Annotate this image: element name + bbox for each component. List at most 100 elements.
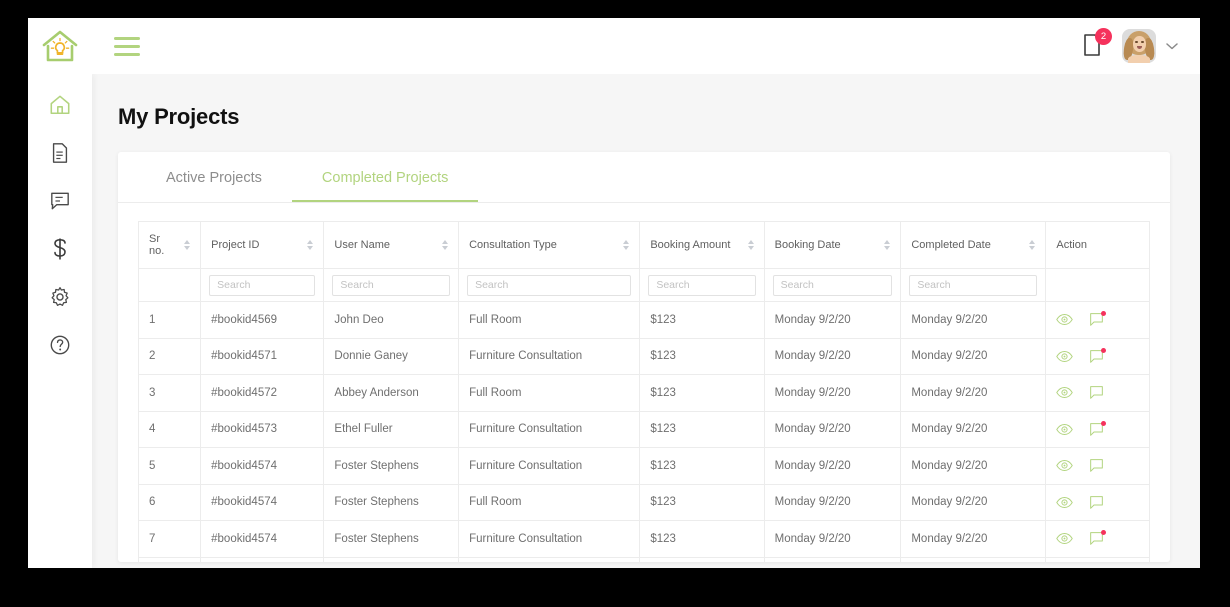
search-input-project-id[interactable] <box>209 274 316 296</box>
col-label: Action <box>1056 239 1087 251</box>
table-row[interactable]: 6 #bookid4574 Foster Stephens Full Room … <box>137 483 1150 521</box>
cell-sr-no: 3 <box>137 374 202 412</box>
cell-action <box>1045 301 1150 339</box>
sort-icon[interactable] <box>623 240 630 250</box>
message-button[interactable] <box>1089 311 1107 327</box>
view-button[interactable] <box>1056 459 1074 472</box>
sort-icon[interactable] <box>884 240 891 250</box>
cell-user-name: Foster Stephens <box>323 520 460 558</box>
table-row[interactable]: 4 #bookid4573 Ethel Fuller Furniture Con… <box>137 410 1150 448</box>
user-menu[interactable] <box>1122 29 1178 63</box>
cell-sr-no: 2 <box>137 337 202 375</box>
message-button[interactable] <box>1089 385 1104 400</box>
search-input-booking-date[interactable] <box>772 274 893 296</box>
search-input-completed-date[interactable] <box>909 274 1038 296</box>
cell-consultation-type: Full Room <box>458 301 641 339</box>
page-title: My Projects <box>118 104 240 129</box>
cell-project-id: #bookid4574 <box>200 483 325 521</box>
eye-icon <box>1056 496 1074 508</box>
view-button[interactable] <box>1056 496 1074 509</box>
sidebar-item-payments[interactable] <box>42 236 78 262</box>
main-content: My Projects Active Projects Completed Pr… <box>92 74 1200 568</box>
message-button[interactable] <box>1089 420 1107 437</box>
hamburger-line <box>114 44 140 48</box>
tab-completed-projects[interactable]: Completed Projects <box>291 152 479 202</box>
col-header-project-id[interactable]: Project ID <box>200 221 325 269</box>
hamburger-line <box>114 52 140 56</box>
cell-booking-amount: $123 <box>639 337 765 375</box>
table-row[interactable]: 5 #bookid4574 Foster Stephens Furniture … <box>137 447 1150 485</box>
cell-booking-amount: $123 <box>639 520 765 558</box>
cell-project-id: #bookid4569 <box>200 301 325 339</box>
tab-active-projects[interactable]: Active Projects <box>136 152 292 202</box>
view-button[interactable] <box>1056 386 1074 399</box>
cell-booking-amount: $123 <box>639 301 765 339</box>
view-button[interactable] <box>1056 532 1074 545</box>
message-button[interactable] <box>1089 530 1107 546</box>
cell-booking-date: Monday 9/2/20 <box>763 410 902 448</box>
table-row[interactable]: 3 #bookid4572 Abbey Anderson Full Room $… <box>137 374 1150 412</box>
table-row[interactable]: 8 #bookid4574 Foster Stephens Full Room … <box>137 556 1150 562</box>
table-header-row: Sr no. Project ID User Name Consultation… <box>137 221 1150 269</box>
app-body: My Projects Active Projects Completed Pr… <box>28 74 1200 568</box>
eye-icon <box>1056 533 1074 545</box>
projects-table-wrapper: Sr no. Project ID User Name Consultation… <box>118 203 1170 562</box>
dollar-icon <box>54 238 66 260</box>
table-row[interactable]: 1 #bookid4569 John Deo Full Room $123 Mo… <box>137 301 1150 339</box>
cell-completed-date: Monday 9/2/20 <box>900 520 1047 558</box>
search-input-consultation-type[interactable] <box>467 274 632 296</box>
hamburger-menu-button[interactable] <box>114 36 140 56</box>
col-header-completed-date[interactable]: Completed Date <box>900 221 1047 269</box>
sidebar-item-help[interactable] <box>42 332 78 358</box>
sidebar-item-settings[interactable] <box>42 284 78 310</box>
table-row[interactable]: 2 #bookid4571 Donnie Ganey Furniture Con… <box>137 337 1150 375</box>
message-button[interactable] <box>1089 458 1104 473</box>
house-lightbulb-logo <box>42 30 78 62</box>
sidebar-item-home[interactable] <box>42 92 78 118</box>
col-header-booking-date[interactable]: Booking Date <box>763 221 902 269</box>
gear-icon <box>51 287 69 306</box>
sort-icon[interactable] <box>1029 240 1036 250</box>
table-row[interactable]: 7 #bookid4574 Foster Stephens Furniture … <box>137 520 1150 558</box>
col-label: Consultation Type <box>469 239 557 251</box>
search-input-booking-amount[interactable] <box>648 274 756 296</box>
message-button[interactable] <box>1089 495 1104 510</box>
help-circle-icon <box>50 335 70 355</box>
col-header-sr-no[interactable]: Sr no. <box>137 221 202 269</box>
sort-icon[interactable] <box>184 240 191 250</box>
filter-cell-action <box>1045 268 1150 302</box>
cell-user-name: Ethel Fuller <box>323 410 460 448</box>
cell-completed-date: Monday 9/2/20 <box>900 337 1047 375</box>
search-input-user-name[interactable] <box>332 274 451 296</box>
cell-consultation-type: Furniture Consultation <box>458 410 641 448</box>
col-label: Project ID <box>211 239 260 251</box>
view-button[interactable] <box>1056 423 1074 436</box>
sort-icon[interactable] <box>442 240 449 250</box>
notifications-button[interactable]: 2 <box>1082 28 1112 59</box>
cell-consultation-type: Full Room <box>458 483 641 521</box>
cell-completed-date: Monday 9/2/20 <box>900 301 1047 339</box>
col-header-booking-amount[interactable]: Booking Amount <box>639 221 765 269</box>
cell-booking-date: Monday 9/2/20 <box>763 447 902 485</box>
app-logo[interactable] <box>28 29 92 63</box>
col-label: Booking Date <box>774 239 841 251</box>
view-button[interactable] <box>1056 350 1074 363</box>
col-header-consultation-type[interactable]: Consultation Type <box>458 221 641 269</box>
top-bar: 2 <box>28 18 1200 74</box>
cell-action <box>1045 410 1150 448</box>
sort-icon[interactable] <box>307 240 314 250</box>
view-button[interactable] <box>1056 313 1074 326</box>
sidebar-item-messages[interactable] <box>42 188 78 214</box>
notification-badge: 2 <box>1095 28 1112 45</box>
cell-completed-date: Monday 9/2/20 <box>900 374 1047 412</box>
col-header-user-name[interactable]: User Name <box>323 221 460 269</box>
sidebar-item-documents[interactable] <box>42 140 78 166</box>
message-button[interactable] <box>1089 347 1107 364</box>
cell-consultation-type: Furniture Consultation <box>458 520 641 558</box>
cell-booking-amount: $123 <box>639 556 765 562</box>
unread-dot <box>1101 530 1107 536</box>
cell-action <box>1045 520 1150 558</box>
projects-table: Sr no. Project ID User Name Consultation… <box>137 221 1150 562</box>
sort-icon[interactable] <box>747 240 754 250</box>
filter-cell-user-name <box>323 268 460 302</box>
